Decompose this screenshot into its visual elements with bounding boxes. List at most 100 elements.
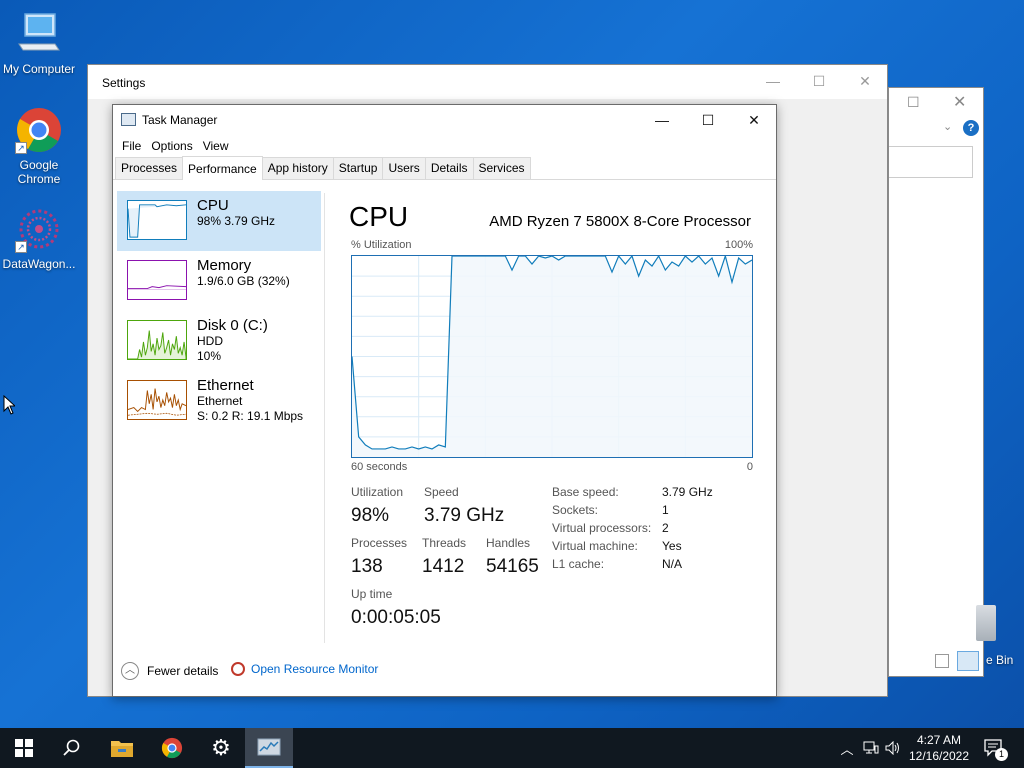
sidebar-item-ethernet[interactable]: Ethernet Ethernet S: 0.2 R: 19.1 Mbps <box>117 371 321 431</box>
start-button[interactable] <box>0 728 48 768</box>
resource-sidebar: CPU 98% 3.79 GHz Memory 1.9/6.0 GB (32%) <box>117 191 321 431</box>
sidebar-item-detail: HDD <box>197 334 223 348</box>
help-icon[interactable]: ? <box>963 120 979 136</box>
chrome-taskbar-button[interactable] <box>148 728 196 768</box>
datawagon-icon: ↗ <box>15 205 63 253</box>
shortcut-arrow-icon: ↗ <box>15 241 27 253</box>
graph-y-max-label: 100% <box>724 239 753 251</box>
desktop-icon-label: My Computer <box>2 62 76 76</box>
sidebar-item-detail: S: 0.2 R: 19.1 Mbps <box>197 409 304 423</box>
mouse-cursor-icon <box>3 394 17 418</box>
fewer-details-button[interactable]: ︿ Fewer details <box>121 662 218 680</box>
task-manager-titlebar[interactable]: Task Manager — ☐ ✕ <box>113 105 776 135</box>
task-manager-footer: ︿ Fewer details Open Resource Monitor <box>113 650 776 696</box>
menu-bar: File Options View <box>113 135 776 157</box>
background-window[interactable]: ☐ ✕ ⌄ ? <box>888 87 984 677</box>
stat-threads: 1412 <box>422 556 465 577</box>
maximize-icon[interactable]: ☐ <box>907 94 920 111</box>
search-button[interactable] <box>48 728 96 768</box>
disk-thumbnail <box>127 320 187 360</box>
sidebar-item-name: CPU <box>197 197 229 214</box>
close-icon[interactable]: ✕ <box>953 92 966 112</box>
tab-performance[interactable]: Performance <box>182 156 263 180</box>
recycle-bin-icon <box>976 605 996 641</box>
chevron-down-icon[interactable]: ⌄ <box>943 120 952 133</box>
menu-options[interactable]: Options <box>146 139 197 153</box>
system-clock[interactable]: 4:27 AM 12/16/2022 <box>900 732 978 764</box>
minimize-button[interactable]: — <box>639 105 685 135</box>
sidebar-item-detail: Ethernet <box>197 394 243 408</box>
sidebar-item-detail: 98% 3.79 GHz <box>197 214 276 228</box>
task-manager-icon <box>257 738 281 756</box>
desktop-icon-datawagon[interactable]: ↗ DataWagon... <box>1 205 77 271</box>
shortcut-arrow-icon: ↗ <box>15 142 27 154</box>
file-explorer-button[interactable] <box>98 728 146 768</box>
desktop-icon-my-computer[interactable]: My Computer <box>1 10 77 76</box>
search-box[interactable] <box>889 146 973 178</box>
stat-label: Processes <box>351 536 408 550</box>
menu-file[interactable]: File <box>117 139 146 153</box>
tab-processes[interactable]: Processes <box>115 157 184 179</box>
clock-date: 12/16/2022 <box>908 749 970 763</box>
maximize-button[interactable]: ☐ <box>796 65 842 97</box>
stat-uptime: 0:00:05:05 <box>351 607 441 628</box>
taskbar: ⚙ ︿ 4:27 AM 12/16/2022 1 <box>0 728 1024 768</box>
cpu-thumbnail <box>127 200 187 240</box>
tab-details[interactable]: Details <box>424 157 474 179</box>
close-button[interactable]: ✕ <box>731 105 777 135</box>
tab-services[interactable]: Services <box>472 157 531 179</box>
chrome-icon: ↗ <box>15 106 63 154</box>
close-button[interactable]: ✕ <box>842 65 888 97</box>
large-icons-view-icon[interactable] <box>957 651 979 671</box>
memory-thumbnail <box>127 260 187 300</box>
chrome-icon <box>161 737 183 759</box>
sidebar-item-detail: 1.9/6.0 GB (32%) <box>197 274 290 288</box>
desktop-icon-google-chrome[interactable]: ↗ Google Chrome <box>1 106 77 186</box>
spec-value: 1 <box>662 503 669 517</box>
processor-name: AMD Ryzen 7 5800X 8-Core Processor <box>489 213 751 230</box>
desktop-icon-label: e Bin <box>986 653 1014 667</box>
task-manager-window[interactable]: Task Manager — ☐ ✕ File Options View Pro… <box>112 104 777 697</box>
tab-users[interactable]: Users <box>382 157 426 179</box>
maximize-button[interactable]: ☐ <box>685 105 731 135</box>
tab-startup[interactable]: Startup <box>332 157 384 179</box>
stat-utilization: 98% <box>351 505 390 526</box>
open-resource-monitor-link[interactable]: Open Resource Monitor <box>231 662 378 676</box>
stat-speed: 3.79 GHz <box>424 505 505 526</box>
spec-value: N/A <box>662 557 683 571</box>
stat-label: Handles <box>486 536 531 550</box>
menu-view[interactable]: View <box>198 139 234 153</box>
search-icon <box>63 739 80 756</box>
action-center-button[interactable]: 1 <box>980 728 1008 768</box>
network-icon[interactable] <box>860 728 882 768</box>
show-hidden-icons-button[interactable]: ︿ <box>836 728 858 768</box>
sidebar-item-name: Memory <box>197 257 252 274</box>
sidebar-item-disk[interactable]: Disk 0 (C:) HDD 10% <box>117 311 321 371</box>
sidebar-item-name: Disk 0 (C:) <box>197 317 268 334</box>
cpu-detail-pane: CPU AMD Ryzen 7 5800X 8-Core Processor %… <box>337 181 767 651</box>
sidebar-item-detail: 10% <box>197 349 222 363</box>
task-manager-icon <box>121 113 136 126</box>
performance-panel: CPU 98% 3.79 GHz Memory 1.9/6.0 GB (32%) <box>113 181 776 651</box>
minimize-button[interactable]: — <box>750 65 796 97</box>
settings-titlebar[interactable]: Settings — ☐ ✕ <box>88 65 887 99</box>
spec-value: 3.79 GHz <box>662 485 713 499</box>
window-title: Settings <box>102 76 146 90</box>
sidebar-item-memory[interactable]: Memory 1.9/6.0 GB (32%) <box>117 251 321 311</box>
fewer-details-label: Fewer details <box>147 664 219 678</box>
computer-icon <box>15 10 63 58</box>
details-view-icon[interactable] <box>935 654 949 668</box>
spec-value: 2 <box>662 521 669 535</box>
resource-heading: CPU <box>349 201 409 232</box>
chevron-up-icon: ︿ <box>121 662 139 680</box>
task-manager-taskbar-button[interactable] <box>245 728 293 768</box>
stat-label: Threads <box>422 536 467 550</box>
settings-taskbar-button[interactable]: ⚙ <box>197 728 245 768</box>
tab-bar: Processes Performance App history Startu… <box>113 156 776 180</box>
sidebar-item-cpu[interactable]: CPU 98% 3.79 GHz <box>117 191 321 251</box>
clock-time: 4:27 AM <box>916 733 962 747</box>
tab-app-history[interactable]: App history <box>261 157 334 179</box>
stat-label: Speed <box>424 485 459 499</box>
spec-key: Sockets: <box>552 503 599 517</box>
stat-handles: 54165 <box>486 556 539 577</box>
